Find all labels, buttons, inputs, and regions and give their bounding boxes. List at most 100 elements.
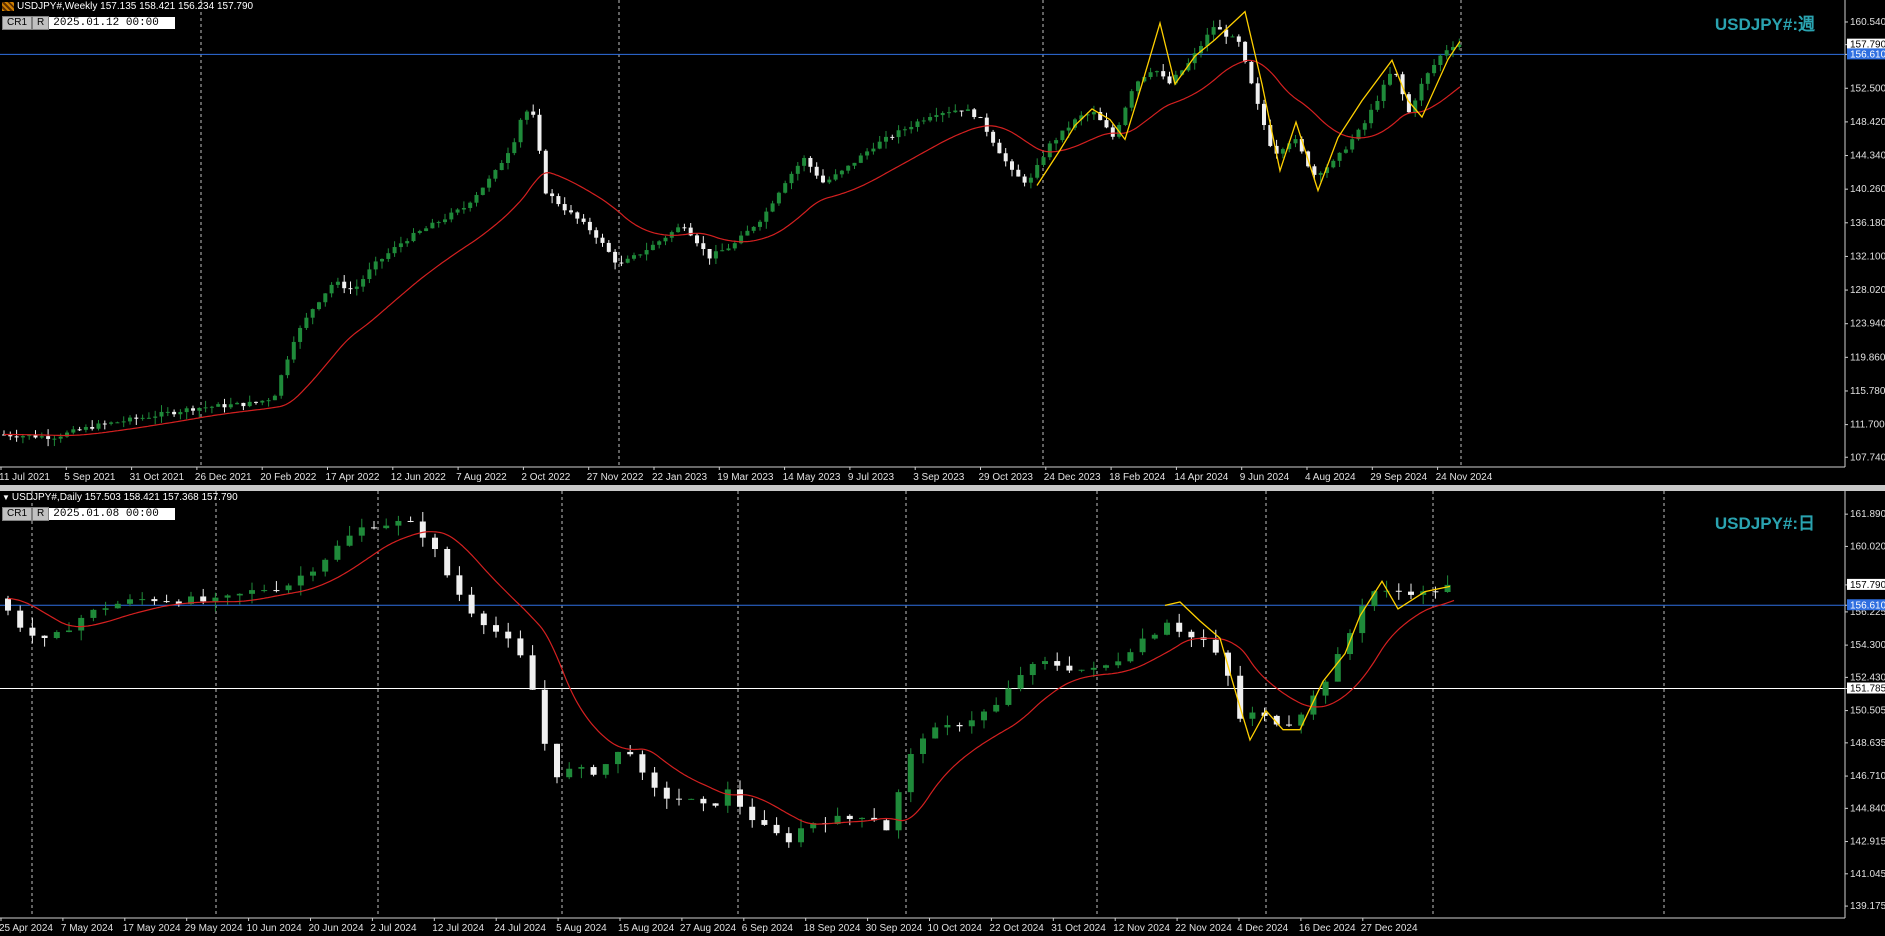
cr1-button[interactable]: CR1 (2, 16, 33, 30)
bull-candle (512, 142, 517, 154)
bear-candle (1286, 724, 1292, 726)
date-label: 24 Jul 2024 (494, 923, 546, 934)
bull-candle (518, 119, 523, 143)
bull-candle (235, 402, 240, 405)
bear-candle (1395, 590, 1402, 592)
date-label: 30 Sep 2024 (866, 923, 923, 934)
bull-candle (615, 751, 621, 765)
price-label: 119.860 (1850, 352, 1885, 363)
weekly-toolbar: CR1 R 2025.01.12 00:00 (2, 16, 176, 30)
bull-candle (140, 417, 145, 419)
bull-candle (928, 116, 933, 121)
bear-candle (541, 689, 548, 744)
bear-candle (883, 820, 890, 831)
bull-candle (1028, 177, 1033, 183)
date-label: 7 Aug 2022 (456, 472, 507, 483)
bull-candle (1035, 164, 1040, 178)
weekly-date-field[interactable]: 2025.01.12 00:00 (49, 17, 176, 29)
daily-date-field[interactable]: 2025.01.08 00:00 (49, 508, 176, 520)
bear-candle (619, 262, 624, 264)
date-label: 19 Mar 2023 (717, 472, 774, 483)
bear-candle (41, 635, 48, 639)
bull-candle (713, 251, 718, 259)
bull-candle (247, 401, 252, 407)
bull-candle (895, 792, 902, 831)
bull-candle (411, 232, 416, 242)
bull-candle (285, 359, 290, 376)
bull-candle (499, 162, 504, 171)
price-label: 148.420 (1850, 117, 1885, 128)
bull-candle (493, 170, 498, 179)
price-label: 144.340 (1850, 151, 1885, 162)
bear-candle (808, 157, 813, 167)
daily-toolbar: CR1 R 2025.01.08 00:00 (2, 507, 176, 521)
bear-candle (17, 610, 24, 628)
bull-candle (90, 609, 97, 618)
bear-candle (984, 117, 989, 132)
price-tag-label: 156.610 (1850, 600, 1885, 611)
bear-candle (821, 175, 825, 183)
bear-candle (342, 281, 347, 289)
weekly-chart-canvas[interactable]: 160.540157.790156.610152.500148.420144.3… (0, 0, 1885, 485)
bear-candle (172, 411, 177, 415)
bull-candle (58, 436, 63, 439)
bull-candle (153, 416, 158, 418)
bear-candle (1249, 61, 1254, 84)
daily-chart-canvas[interactable]: 161.890160.020157.790156.610156.225154.3… (0, 491, 1885, 936)
bear-candle (77, 429, 82, 431)
date-label: 17 May 2024 (123, 923, 181, 934)
bull-candle (644, 250, 649, 255)
bear-candle (550, 193, 555, 197)
bull-candle (1148, 72, 1153, 77)
bull-candle (884, 136, 888, 142)
bear-candle (554, 743, 560, 778)
price-label: 111.700 (1850, 420, 1885, 431)
bull-candle (272, 395, 277, 401)
bull-candle (602, 764, 609, 775)
daily-chart-title: USDJPY#:日 (1714, 514, 1815, 533)
date-label: 31 Oct 2021 (130, 472, 185, 483)
cr1-button[interactable]: CR1 (2, 507, 33, 521)
daily-chart-pane[interactable]: 161.890160.020157.790156.610156.225154.3… (0, 491, 1885, 936)
weekly-chart-pane[interactable]: 160.540157.790156.610152.500148.420144.3… (0, 0, 1885, 485)
bear-candle (1236, 36, 1241, 42)
bull-candle (758, 221, 762, 227)
bull-candle (1029, 664, 1036, 676)
bull-candle (449, 212, 454, 220)
bull-candle (398, 243, 403, 248)
date-label: 10 Jun 2024 (247, 923, 302, 934)
date-label: 18 Feb 2024 (1109, 472, 1166, 483)
date-label: 20 Jun 2024 (309, 923, 364, 934)
price-label: 148.635 (1850, 738, 1885, 749)
r-button[interactable]: R (32, 507, 50, 521)
bull-candle (139, 599, 146, 601)
bull-candle (625, 258, 630, 263)
bear-candle (676, 798, 682, 800)
bull-candle (430, 222, 435, 229)
price-label: 141.045 (1850, 869, 1885, 880)
bull-candle (745, 230, 750, 236)
bull-candle (657, 241, 662, 245)
bear-candle (663, 787, 670, 799)
bear-candle (1010, 161, 1014, 170)
bull-candle (52, 438, 57, 440)
bear-candle (814, 166, 819, 176)
date-label: 17 Apr 2022 (326, 472, 380, 483)
bull-candle (417, 231, 422, 233)
bull-candle (506, 153, 510, 163)
r-button[interactable]: R (32, 16, 50, 30)
date-label: 16 Dec 2024 (1299, 923, 1356, 934)
price-label: 160.540 (1850, 17, 1885, 28)
bear-candle (1243, 41, 1248, 62)
bull-candle (663, 237, 668, 242)
bull-candle (839, 170, 844, 175)
collapse-triangle-icon[interactable]: ▼ (2, 493, 10, 502)
bear-candle (569, 210, 573, 213)
bull-candle (688, 798, 695, 800)
price-tag-label: 151.785 (1850, 684, 1885, 695)
bear-candle (682, 227, 687, 229)
bear-candle (575, 212, 580, 219)
bear-candle (537, 114, 542, 151)
bear-candle (529, 655, 536, 690)
bear-candle (594, 230, 599, 238)
